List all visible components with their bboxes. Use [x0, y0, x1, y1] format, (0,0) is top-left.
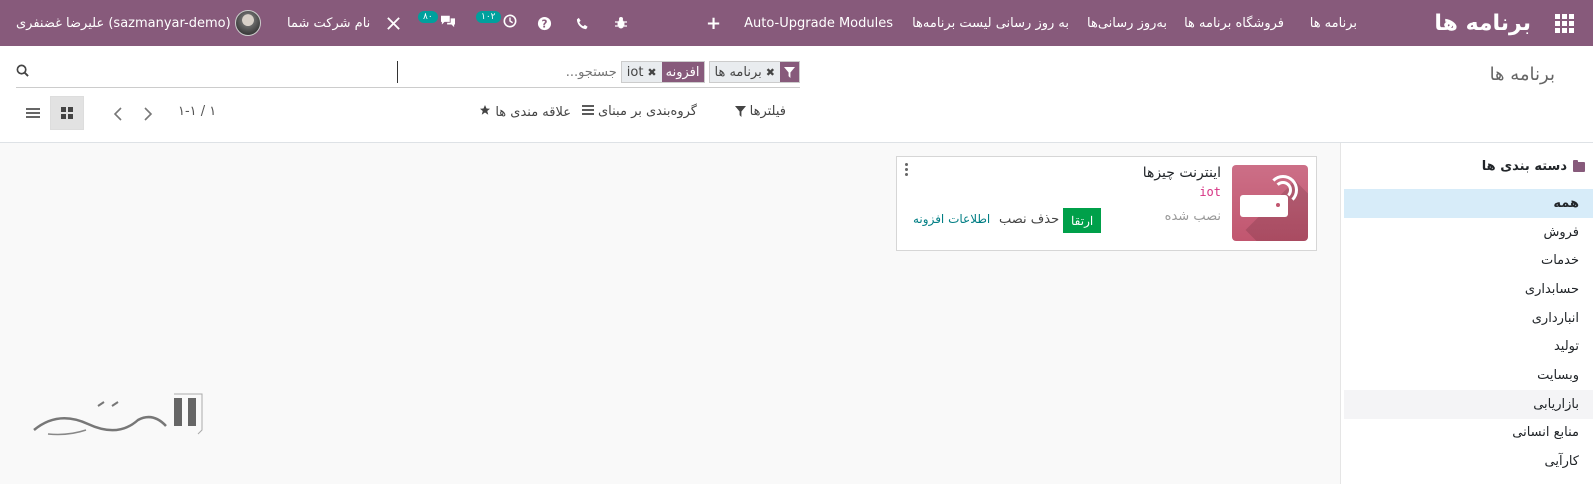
filter-icon	[734, 106, 746, 117]
category-human-resources[interactable]: منابع انسانی	[1344, 419, 1593, 448]
list-view-icon	[26, 108, 40, 118]
category-marketing[interactable]: بازاریابی	[1344, 389, 1593, 419]
search-bar[interactable]: برنامه ها ✖ افزونه iot ✖	[16, 60, 800, 88]
favorites-label: علاقه مندی ها	[495, 104, 571, 120]
category-list: همه فروش خدمات حسابداری انبارداری تولید …	[1344, 189, 1593, 476]
upgrade-button[interactable]: ارتقا	[1063, 208, 1102, 233]
user-menu[interactable]: علیرضا غضنفری (sazmanyar-demo)	[16, 0, 261, 46]
star-icon	[479, 104, 491, 120]
pager-value[interactable]: ۱-۱ / ۱	[178, 104, 216, 119]
list-icon	[582, 104, 594, 119]
app-card-iot[interactable]: اینترنت چیزها iot نصب شده ارتقا حذف نصب …	[896, 156, 1317, 251]
main-navbar: برنامه ها برنامه ها فروشگاه برنامه ها به…	[0, 0, 1593, 46]
pager-next-icon[interactable]	[143, 106, 153, 125]
messages-menu[interactable]: ۸۰	[418, 0, 456, 46]
category-services[interactable]: خدمات	[1344, 246, 1593, 275]
category-sidebar: دسته بندی ها همه فروش خدمات حسابداری انب…	[1340, 143, 1593, 484]
close-icon[interactable]: ✖	[647, 66, 656, 79]
svg-text:?: ?	[542, 18, 548, 30]
close-icon[interactable]: ✖	[766, 66, 775, 79]
module-info-link[interactable]: اطلاعات افزونه	[913, 212, 990, 226]
install-status: نصب شده	[1164, 209, 1221, 224]
category-productivity[interactable]: کارآیی	[1344, 447, 1593, 476]
filters-button[interactable]: فیلترها	[734, 104, 786, 119]
user-name: علیرضا غضنفری (sazmanyar-demo)	[16, 15, 231, 31]
menu-updates[interactable]: به‌روز رسانی‌ها	[1087, 0, 1167, 46]
category-all[interactable]: همه	[1344, 189, 1593, 218]
menu-update-apps-list[interactable]: به روز رسانی لیست برنامه‌ها	[912, 0, 1069, 46]
search-input[interactable]	[396, 61, 617, 83]
app-technical-name: iot	[1199, 185, 1221, 199]
avatar	[234, 10, 261, 36]
list-view-button[interactable]	[16, 96, 50, 130]
app-title[interactable]: برنامه ها	[1434, 0, 1531, 46]
pager-previous-icon[interactable]	[113, 106, 123, 125]
menu-auto-upgrade[interactable]: Auto-Upgrade Modules	[744, 0, 893, 46]
kanban-view-button[interactable]	[50, 96, 84, 130]
company-switcher[interactable]: نام شرکت شما	[287, 0, 370, 46]
messages-count-badge: ۸۰	[418, 11, 438, 23]
menu-app-store[interactable]: فروشگاه برنامه ها	[1184, 0, 1284, 46]
phone-icon[interactable]	[576, 0, 589, 46]
folder-icon	[1573, 159, 1585, 172]
apps-menu-icon[interactable]	[1551, 0, 1577, 46]
search-facets: برنامه ها ✖ افزونه iot ✖	[396, 61, 800, 83]
menu-apps[interactable]: برنامه ها	[1310, 0, 1357, 46]
uninstall-link[interactable]: حذف نصب	[999, 212, 1059, 227]
watermark-logo	[28, 390, 208, 448]
category-inventory[interactable]: انبارداری	[1344, 304, 1593, 333]
facet-label: افزونه	[661, 62, 704, 82]
watermark-logo-graphic	[33, 393, 203, 436]
groupby-button[interactable]: گروه‌بندی بر مبنای	[582, 104, 697, 119]
activity-count-badge: ۱۰۲	[476, 11, 501, 23]
plus-icon[interactable]: +	[706, 0, 721, 46]
facet-module: افزونه iot ✖	[620, 61, 705, 83]
search-icon[interactable]	[16, 64, 29, 81]
activities-menu[interactable]: ۱۰۲	[476, 0, 517, 46]
app-title: اینترنت چیزها	[1142, 165, 1221, 181]
category-accounting[interactable]: حسابداری	[1344, 275, 1593, 304]
favorites-button[interactable]: علاقه مندی ها	[479, 104, 571, 120]
control-panel: برنامه ها برنامه ها✖ افزونه iot✖ فیلترها	[0, 46, 1593, 143]
clock-icon	[503, 14, 517, 32]
filter-icon	[780, 62, 799, 82]
categories-title: دسته بندی ها	[1481, 159, 1567, 174]
categories-header: دسته بندی ها	[1482, 159, 1585, 174]
category-website[interactable]: وبسایت	[1344, 361, 1593, 390]
filters-label: فیلترها	[749, 104, 786, 119]
iot-app-icon	[1232, 165, 1308, 241]
facet-value: iot	[626, 64, 644, 80]
tools-icon[interactable]	[386, 0, 401, 46]
help-icon[interactable]: ?	[537, 0, 552, 46]
category-manufacturing[interactable]: تولید	[1344, 332, 1593, 361]
facet-apps: برنامه ها ✖	[708, 61, 800, 83]
kebab-menu-icon[interactable]	[905, 163, 908, 176]
category-sales[interactable]: فروش	[1344, 218, 1593, 247]
chat-icon	[440, 14, 456, 32]
breadcrumb: برنامه ها	[1489, 64, 1555, 85]
kanban-icon	[61, 107, 73, 119]
groupby-label: گروه‌بندی بر مبنای	[598, 104, 697, 119]
bug-icon[interactable]	[614, 0, 628, 46]
facet-value: برنامه ها	[714, 64, 762, 80]
